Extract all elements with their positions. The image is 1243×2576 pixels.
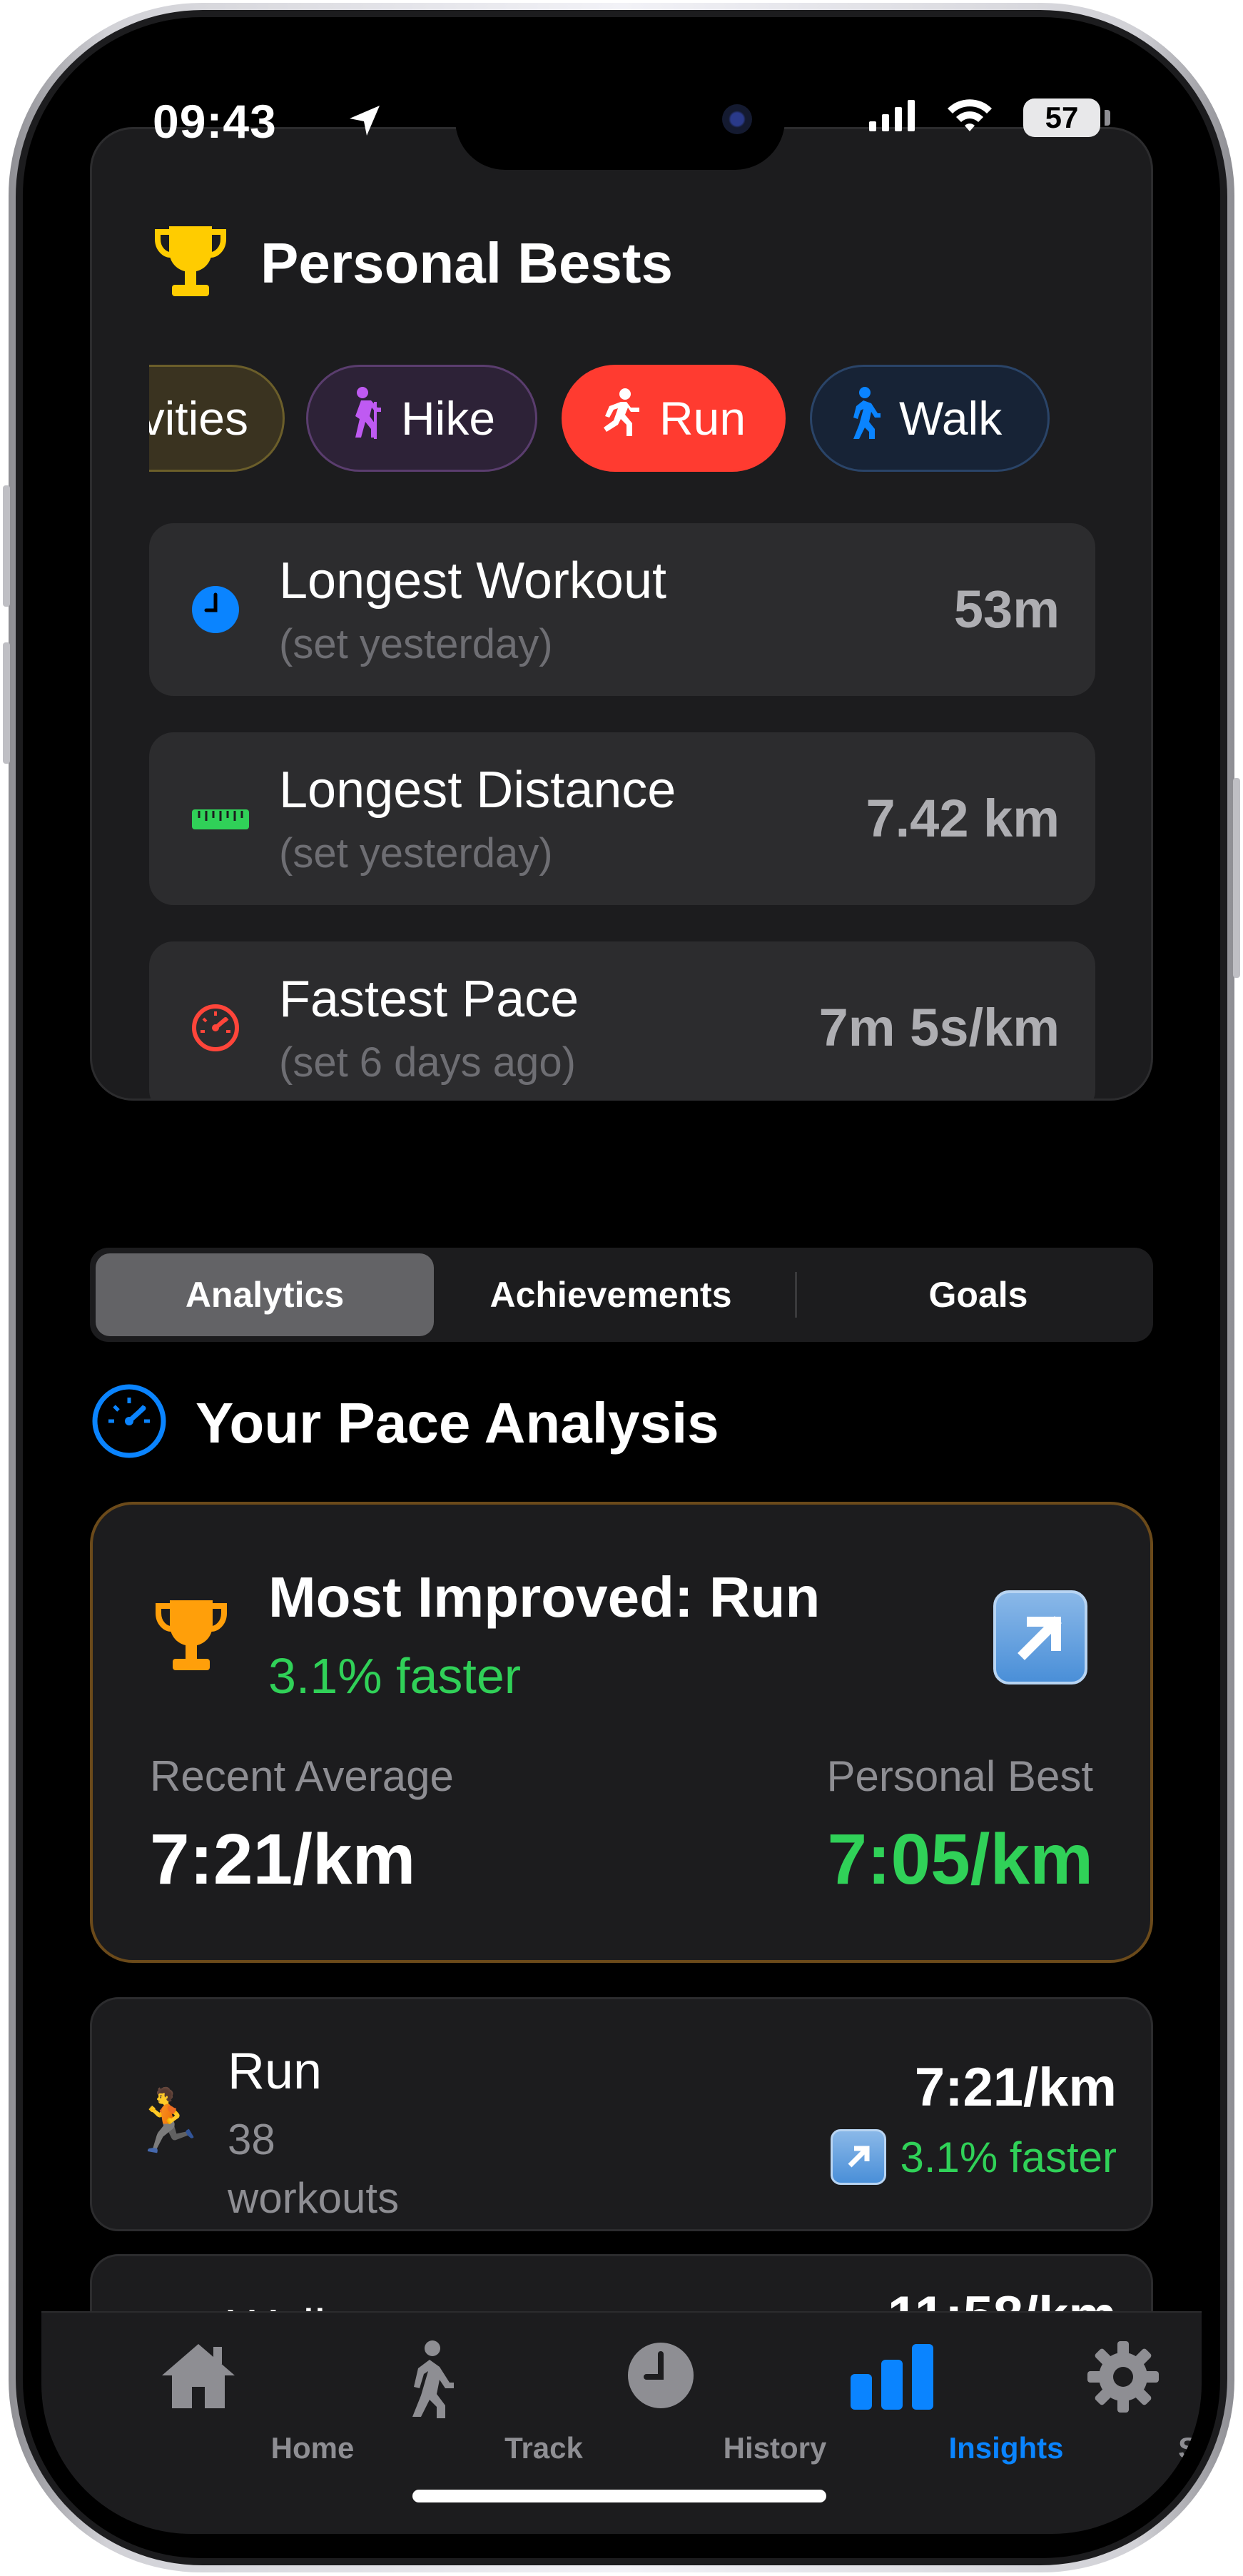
tab-label: Track (504, 2431, 583, 2465)
status-bar: 09:43 57 (41, 41, 1202, 170)
record-subtitle: (set yesterday) (279, 621, 553, 667)
most-improved-subtitle: 3.1% faster (268, 1648, 522, 1704)
activity-trend-text: 3.1% faster (900, 2133, 1117, 2181)
home-indicator[interactable] (412, 2490, 826, 2502)
tab-label: Home (270, 2431, 355, 2465)
record-row-longest-distance[interactable]: Longest Distance (set yesterday) 7.42 km (149, 732, 1095, 905)
trophy-icon (155, 222, 226, 304)
personal-bests-card: Personal Bests vities Hike Run Walk Long… (90, 127, 1153, 1101)
personal-best-label: Personal Best (826, 1752, 1093, 1800)
workout-count: 38 (228, 2116, 275, 2163)
battery-cap (1105, 110, 1110, 126)
personal-bests-header: Personal Bests (155, 222, 673, 304)
walking-icon (846, 386, 881, 451)
chip-label: Run (659, 392, 746, 445)
record-title: Longest Workout (279, 552, 666, 610)
tab-label: Settings (1178, 2431, 1202, 2465)
trophy-icon (156, 1596, 227, 1678)
clock-icon (625, 2340, 696, 2415)
recent-average-value: 7:21/km (150, 1819, 416, 1899)
side-button (3, 642, 10, 764)
clock-icon (191, 585, 240, 638)
arrow-up-right-icon (830, 2129, 886, 2185)
tab-label: History (723, 2431, 827, 2465)
record-row-longest-workout[interactable]: Longest Workout (set yesterday) 53m (149, 523, 1095, 696)
activity-trend: 3.1% faster (830, 2129, 1117, 2185)
chip-label: vities (149, 392, 248, 445)
battery-indicator: 57 (1023, 99, 1100, 137)
speedometer-icon (191, 1003, 240, 1056)
runner-icon: 🏃 (129, 2087, 206, 2156)
tab-label: Insights (948, 2431, 1064, 2465)
personal-best-value: 7:05/km (827, 1819, 1093, 1899)
chart-bar-icon (849, 2340, 935, 2415)
record-subtitle: (set 6 days ago) (279, 1039, 576, 1086)
record-value: 7.42 km (866, 789, 1060, 848)
segment-divider (795, 1272, 797, 1318)
workout-count-unit: workouts (228, 2174, 400, 2222)
chip-label: Walk (899, 392, 1003, 445)
house-icon (159, 2340, 238, 2415)
chip-walk[interactable]: Walk (810, 365, 1050, 472)
record-subtitle: (set yesterday) (279, 830, 553, 877)
most-improved-card[interactable]: Most Improved: Run 3.1% faster Recent Av… (90, 1502, 1153, 1963)
record-title: Longest Distance (279, 762, 676, 819)
chip-all-activities[interactable]: vities (149, 365, 285, 472)
phone-screen: Personal Bests vities Hike Run Walk Long… (41, 41, 1202, 2534)
chip-label: Hike (401, 392, 496, 445)
front-camera (722, 104, 752, 134)
cellular-signal-icon (869, 100, 915, 135)
gear-icon (1086, 2340, 1160, 2418)
wifi-icon (945, 96, 995, 136)
segment-achievements[interactable]: Achievements (434, 1253, 788, 1336)
chip-hike[interactable]: Hike (306, 365, 537, 472)
most-improved-title: Most Improved: Run (268, 1565, 821, 1629)
location-arrow-icon (347, 103, 382, 142)
record-title: Fastest Pace (279, 971, 579, 1028)
insights-segmented-control: Analytics Achievements Goals (90, 1248, 1153, 1342)
record-value: 7m 5s/km (818, 998, 1060, 1057)
running-icon (598, 388, 641, 450)
segment-goals[interactable]: Goals (803, 1253, 1153, 1336)
recent-average-label: Recent Average (150, 1752, 454, 1800)
activity-row-run[interactable]: 🏃 Run 38 workouts 7:21/km 3.1% faster (90, 1997, 1153, 2231)
ruler-icon (191, 794, 250, 847)
dynamic-island (455, 70, 785, 170)
pace-analysis-title: Your Pace Analysis (196, 1390, 719, 1455)
activity-name: Run (228, 2043, 323, 2100)
side-button (3, 485, 10, 607)
activity-filter-chips: vities Hike Run Walk (149, 365, 1095, 472)
pace-analysis-header: Your Pace Analysis (91, 1383, 719, 1463)
chip-run[interactable]: Run (562, 365, 786, 472)
segment-analytics[interactable]: Analytics (96, 1253, 434, 1336)
activity-pace: 7:21/km (914, 2057, 1117, 2118)
hiking-icon (343, 386, 382, 451)
figure-walk-icon (401, 2340, 458, 2422)
gauge-icon (91, 1383, 167, 1463)
record-row-fastest-pace[interactable]: Fastest Pace (set 6 days ago) 7m 5s/km (149, 941, 1095, 1098)
side-button (1233, 778, 1240, 978)
record-value: 53m (953, 580, 1060, 639)
personal-bests-title: Personal Bests (260, 231, 674, 295)
status-time: 09:43 (153, 95, 277, 148)
arrow-up-right-icon (993, 1590, 1087, 1684)
